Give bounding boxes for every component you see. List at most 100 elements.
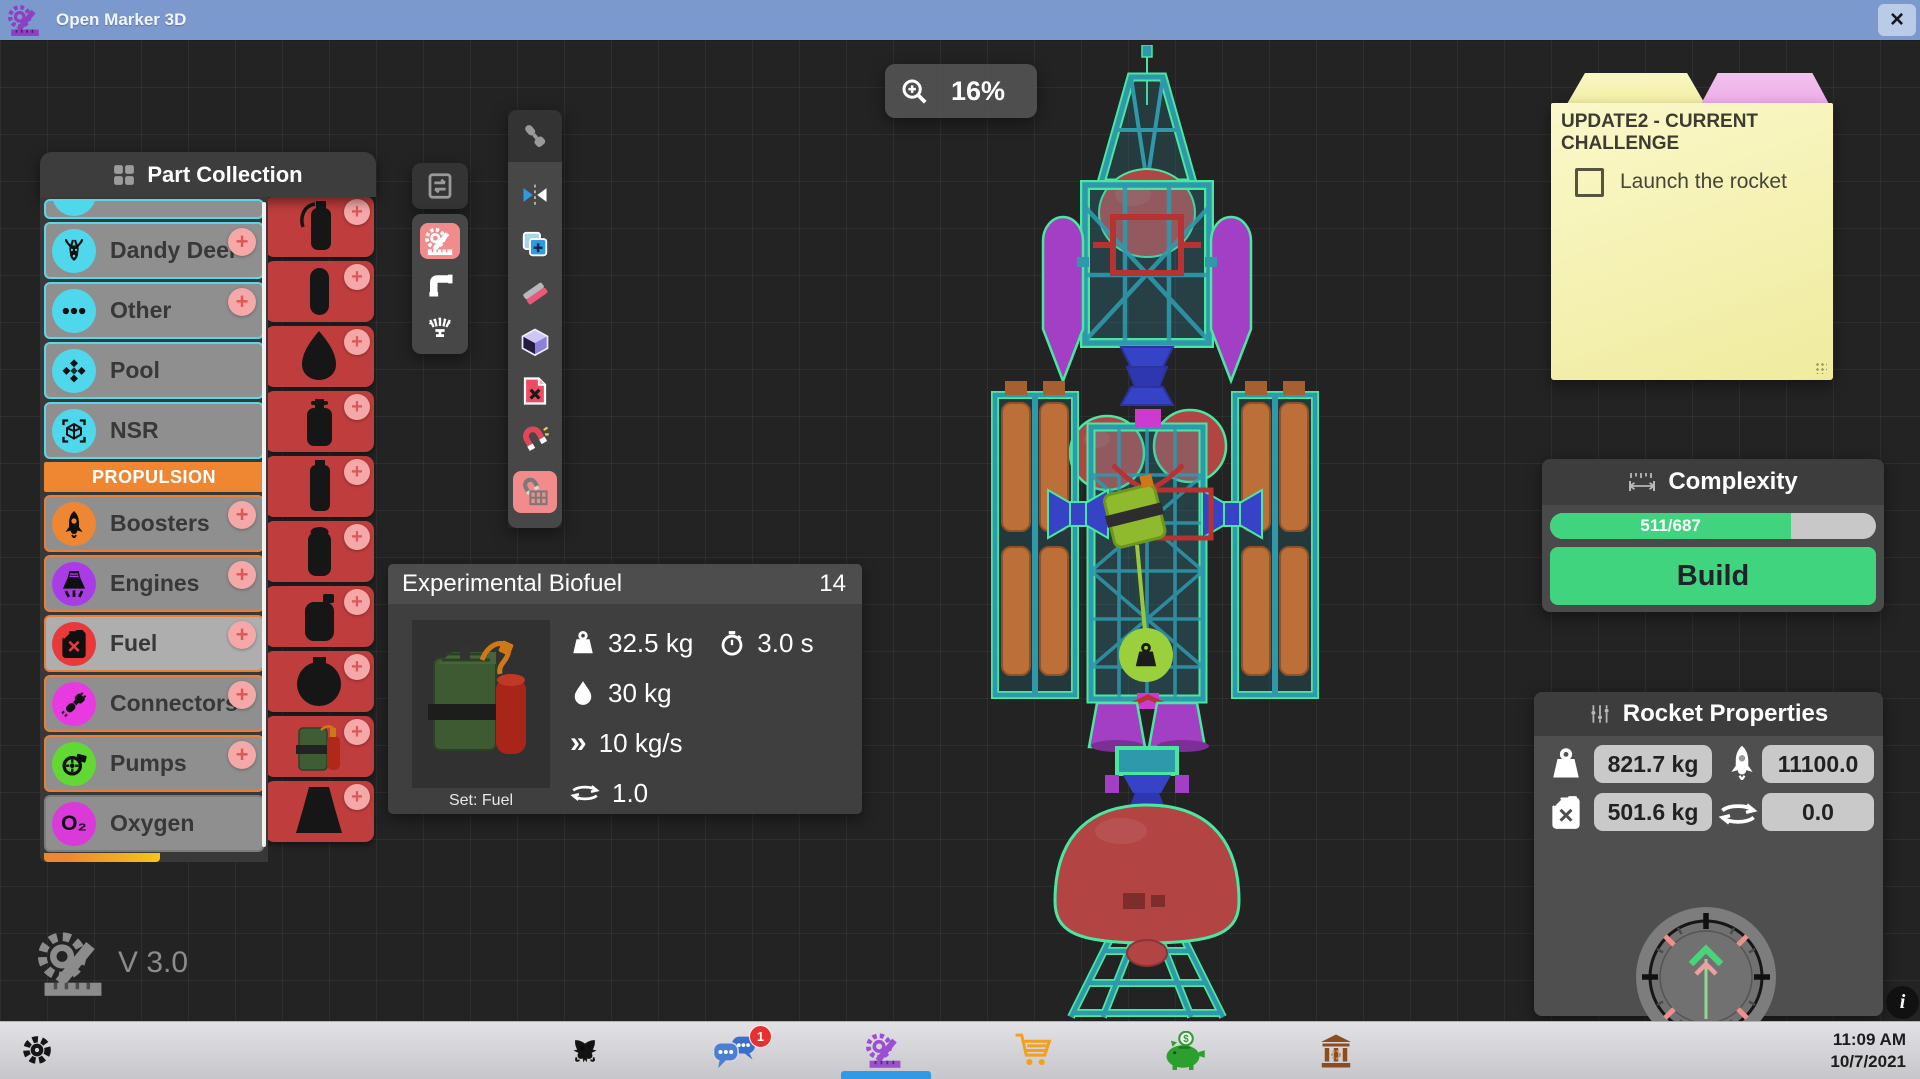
date-label: 10/7/2021: [1830, 1051, 1906, 1073]
mode-toolbar: [412, 214, 468, 354]
open-marker-3d-window: Open Marker 3D × 16% Part Collection Dan: [0, 0, 1920, 1079]
add-badge[interactable]: +: [228, 228, 256, 256]
ruler-width-icon: [1628, 471, 1656, 493]
engine-icon: [52, 562, 96, 606]
swap-panel-tool-button[interactable]: [412, 163, 468, 209]
category-row-boosters[interactable]: Boosters +: [44, 495, 264, 552]
complexity-progress-bar: 511/687: [1550, 513, 1876, 539]
clock: 11:09 AM 10/7/2021: [1830, 1029, 1906, 1073]
category-scrollbar[interactable]: [262, 202, 266, 847]
piggy-bank-icon: $: [1162, 1031, 1207, 1070]
cart-icon: [1014, 1032, 1054, 1069]
app-logo-icon: [8, 3, 42, 37]
zoom-in-icon: [899, 76, 929, 106]
plug-icon: [52, 682, 96, 726]
version-badge: V 3.0: [38, 928, 188, 998]
block-tool-button[interactable]: [515, 324, 555, 360]
category-row-other[interactable]: Other +: [44, 282, 264, 339]
time-label: 11:09 AM: [1830, 1029, 1906, 1051]
info-button[interactable]: i: [1886, 986, 1919, 1019]
close-button[interactable]: ×: [1878, 4, 1916, 36]
category-row-pool[interactable]: Pool: [44, 342, 264, 399]
stopwatch-icon: [719, 630, 745, 656]
eraser-icon: [520, 278, 550, 308]
magnet-tool-button[interactable]: [515, 422, 555, 458]
category-label: Pumps: [110, 750, 187, 777]
note-title: UPDATE2 - CURRENT CHALLENGE: [1561, 111, 1781, 156]
builder-tab-button[interactable]: [866, 1031, 904, 1074]
edit-toolbar: [508, 110, 562, 528]
snap-grid-tool-button[interactable]: [513, 471, 557, 513]
settings-button[interactable]: [20, 1033, 54, 1072]
connector-picker-button[interactable]: [508, 110, 562, 162]
spray-icon: [425, 312, 455, 342]
weight-icon: [1546, 744, 1586, 784]
exchange-icon: [425, 171, 455, 201]
tooltip-title: Experimental Biofuel: [402, 570, 622, 598]
category-row-connectors[interactable]: Connectors +: [44, 675, 264, 732]
add-badge[interactable]: +: [228, 741, 256, 769]
pool-icon: [52, 349, 96, 393]
add-badge[interactable]: +: [228, 621, 256, 649]
dots-icon: [52, 289, 96, 333]
note-tab-yellow[interactable]: [1567, 73, 1705, 104]
marker-tool-button[interactable]: [420, 223, 460, 259]
eraser-tool-button[interactable]: [515, 275, 555, 311]
builder-icon: [866, 1031, 904, 1069]
bank-savings-button[interactable]: $: [1162, 1031, 1207, 1075]
fuel-can-icon: [1546, 792, 1586, 832]
deer-icon: [52, 229, 96, 273]
version-label: V 3.0: [118, 946, 188, 980]
mirror-icon: [520, 180, 550, 210]
flow-icon: »: [570, 728, 587, 758]
category-label: NSR: [110, 417, 159, 444]
category-row-partial[interactable]: [44, 199, 264, 219]
build-button[interactable]: Build: [1550, 547, 1876, 605]
active-tab-indicator: [841, 1071, 931, 1079]
category-row-dandy-deer[interactable]: Dandy Deer +: [44, 222, 264, 279]
pipe-tool-button[interactable]: [420, 266, 460, 302]
bank-building-button[interactable]: [1318, 1033, 1354, 1074]
crossed-rockets-icon: [564, 1030, 606, 1072]
rocket-icon: [1722, 742, 1762, 782]
delete-tool-button[interactable]: [515, 373, 555, 409]
progress-label: 511/687: [1550, 513, 1791, 539]
swap-icon: [570, 780, 600, 806]
tooltip-set-caption: Set: Fuel: [412, 792, 550, 810]
missions-button[interactable]: [564, 1030, 606, 1077]
category-row-fuel[interactable]: Fuel +: [44, 615, 264, 672]
add-badge[interactable]: +: [228, 288, 256, 316]
duplicate-tool-button[interactable]: [515, 226, 555, 262]
nsr-cube-icon: [52, 409, 96, 453]
pipe-icon: [425, 269, 455, 299]
gear-icon: [20, 1033, 54, 1067]
category-label: Fuel: [110, 630, 157, 657]
propulsion-section-header: PROPULSION: [44, 462, 264, 492]
note-resize-grip[interactable]: [1815, 362, 1827, 374]
add-badge[interactable]: +: [228, 501, 256, 529]
marker-tool-icon: [425, 226, 455, 256]
coin-symbol: $: [1183, 1034, 1189, 1045]
window-title: Open Marker 3D: [56, 10, 186, 30]
category-row-nsr[interactable]: NSR: [44, 402, 264, 459]
category-row-pumps[interactable]: Pumps +: [44, 735, 264, 792]
droplet-icon: [570, 680, 596, 706]
category-row-oxygen[interactable]: O₂ Oxygen: [44, 795, 264, 852]
add-badge[interactable]: +: [228, 561, 256, 589]
tooltip-count: 14: [819, 570, 846, 598]
shop-button[interactable]: [1014, 1032, 1054, 1074]
add-badge[interactable]: +: [228, 681, 256, 709]
complexity-panel: Complexity 511/687 Build: [1542, 459, 1884, 612]
task-checkbox[interactable]: [1575, 168, 1604, 197]
zoom-indicator[interactable]: 16%: [885, 64, 1037, 118]
mirror-tool-button[interactable]: [515, 177, 555, 213]
spray-tool-button[interactable]: [420, 309, 460, 345]
properties-icon: [1589, 703, 1611, 725]
note-tab-pink[interactable]: [1701, 73, 1829, 104]
category-row-engines[interactable]: Engines +: [44, 555, 264, 612]
part-preview-image: [412, 620, 550, 788]
weight-icon: [570, 630, 596, 656]
rocket-assembly[interactable]: [985, 45, 1325, 1020]
part-tooltip: Experimental Biofuel 14 Set: Fuel 32.5 k…: [388, 564, 862, 814]
part-collection-header[interactable]: Part Collection: [40, 152, 376, 197]
